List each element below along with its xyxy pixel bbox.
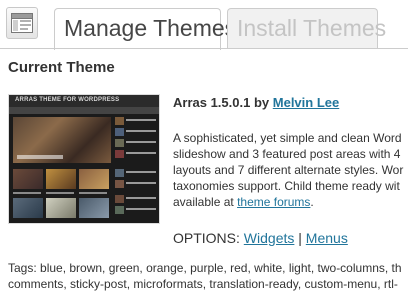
- theme-description-line: A sophisticated, yet simple and clean Wo…: [173, 131, 402, 145]
- theme-by-word: by: [253, 95, 270, 110]
- theme-name-version: Arras 1.5.0.1: [173, 95, 251, 110]
- section-title: Current Theme: [8, 59, 115, 76]
- themes-icon: [6, 7, 38, 39]
- screenshot-top-bar: ARRAS THEME FOR WORDPRESS: [9, 95, 159, 107]
- theme-tags-line: comments, sticky-post, microformats, tra…: [8, 277, 398, 291]
- theme-screenshot: ARRAS THEME FOR WORDPRESS: [8, 94, 160, 224]
- theme-description-line: layouts and 7 different alternate styles…: [173, 163, 404, 177]
- menus-link[interactable]: Menus: [306, 230, 348, 246]
- tab-manage-themes[interactable]: Manage Themes: [54, 8, 236, 50]
- themes-header: Manage Themes Install Themes: [0, 0, 408, 50]
- theme-description-line: slideshow and 3 featured post areas with…: [173, 147, 401, 161]
- theme-description-line: available at theme forums.: [173, 195, 314, 210]
- available-suffix: .: [310, 195, 314, 209]
- options-label: OPTIONS:: [173, 230, 240, 246]
- available-prefix: available at: [173, 195, 234, 209]
- theme-options: OPTIONS: Widgets | Menus: [173, 230, 348, 246]
- screenshot-banner-text: ARRAS THEME FOR WORDPRESS: [15, 97, 120, 103]
- tab-install-themes[interactable]: Install Themes: [227, 8, 386, 49]
- theme-author-link[interactable]: Melvin Lee: [273, 95, 339, 110]
- screenshot-slideshow: [13, 117, 111, 163]
- screenshot-nav-bar: [9, 107, 159, 114]
- theme-forums-link[interactable]: theme forums: [237, 195, 310, 209]
- theme-name: Arras 1.5.0.1 by Melvin Lee: [173, 95, 339, 110]
- theme-description-line: taxonomies support. Child theme ready wi…: [173, 179, 400, 193]
- widgets-link[interactable]: Widgets: [244, 230, 295, 246]
- theme-tags-line: Tags: blue, brown, green, orange, purple…: [8, 261, 402, 275]
- tab-divider: [0, 48, 408, 49]
- options-separator: |: [298, 230, 302, 246]
